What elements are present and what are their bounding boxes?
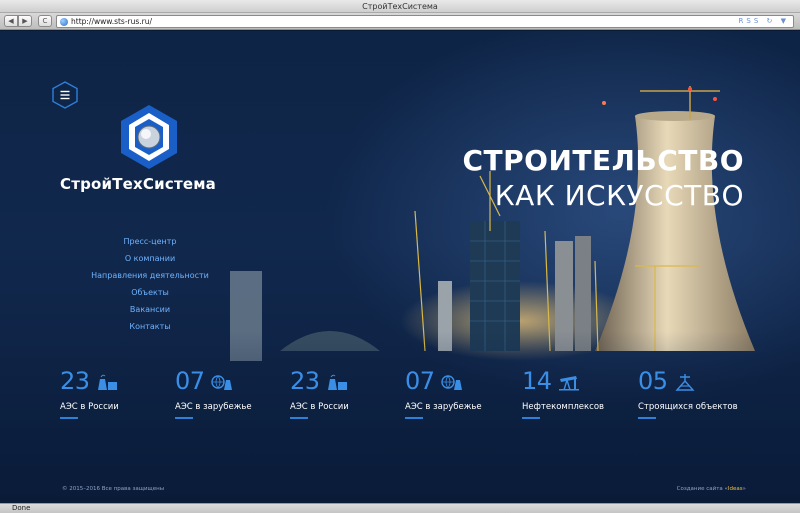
stat-underline [175, 417, 193, 419]
stat-label: АЭС в зарубежье [175, 402, 252, 412]
credit-link[interactable]: Ideas [728, 486, 743, 492]
nav-objects[interactable]: Объекты [80, 284, 220, 301]
window-title: СтройТехСистема [0, 0, 800, 13]
stat-label: АЭС в России [60, 402, 119, 412]
stat-item[interactable]: 07 АЭС в зарубежье [405, 367, 515, 427]
nav-press-center[interactable]: Пресс-центр [80, 233, 220, 250]
stat-item[interactable]: 23 АЭС в России [60, 367, 170, 427]
reload-button[interactable]: C [38, 15, 52, 27]
stat-number: 05 [638, 367, 668, 395]
address-bar[interactable]: http://www.sts-rus.ru/ RSS ↻ ▼ [56, 15, 794, 28]
stat-underline [405, 417, 423, 419]
nuclear-plant-icon [98, 374, 117, 390]
stat-underline [290, 417, 308, 419]
logo-text[interactable]: СтройТехСистема [60, 175, 260, 193]
stat-item[interactable]: 07 АЭС в зарубежье [175, 367, 285, 427]
stat-number: 23 [290, 367, 320, 395]
stat-underline [522, 417, 540, 419]
nav-about[interactable]: О компании [80, 250, 220, 267]
hamburger-icon [60, 90, 70, 100]
site-credit: Создание сайта «Ideas» [677, 486, 746, 492]
oil-pump-icon [559, 376, 579, 391]
stat-label: Нефтекомплексов [522, 402, 605, 412]
browser-toolbar: ◀ ▶ C http://www.sts-rus.ru/ RSS ↻ ▼ [0, 13, 800, 30]
construction-icon [675, 374, 695, 391]
stat-item[interactable]: 14 Нефтекомплексов [522, 367, 632, 427]
back-button[interactable]: ◀ [4, 15, 18, 27]
stat-underline [638, 417, 656, 419]
globe-plant-icon [211, 375, 232, 390]
nuclear-plant-icon [328, 374, 347, 390]
logo-emblem-icon[interactable] [118, 103, 180, 171]
nav-directions[interactable]: Направления деятельности [80, 267, 220, 284]
globe-icon [60, 18, 68, 26]
hero-title-line-2: КАК ИСКУССТВО [494, 179, 744, 212]
stat-number: 23 [60, 367, 90, 395]
stat-label: АЭС в России [290, 402, 349, 412]
stats-row: 23 АЭС в России 07 АЭС в зарубежье 23 АЭ… [60, 367, 800, 427]
copyright-text: © 2015–2016 Все права защищены [62, 486, 165, 492]
globe-plant-icon [441, 375, 462, 390]
stat-number: 07 [175, 367, 205, 395]
credit-prefix: Создание сайта « [676, 486, 728, 492]
hero-title-line-1: СТРОИТЕЛЬСТВО [462, 144, 744, 177]
page-content: СтройТехСистема Пресс-центр О компании Н… [0, 31, 800, 503]
status-bar: Done [0, 503, 800, 513]
credit-suffix: » [742, 486, 746, 492]
rss-icon[interactable]: RSS ↻ ▼ [739, 16, 789, 27]
nav-contacts[interactable]: Контакты [80, 318, 220, 335]
stat-item[interactable]: 05 Строящихся объектов [638, 367, 748, 427]
stat-label: Строящихся объектов [638, 402, 738, 412]
stat-underline [60, 417, 78, 419]
stat-number: 07 [405, 367, 435, 395]
menu-toggle-button[interactable] [52, 81, 78, 109]
main-navigation: Пресс-центр О компании Направления деяте… [80, 233, 220, 335]
url-text: http://www.sts-rus.ru/ [71, 17, 153, 26]
forward-button[interactable]: ▶ [18, 15, 32, 27]
nav-vacancies[interactable]: Вакансии [80, 301, 220, 318]
stat-number: 14 [522, 367, 552, 395]
stat-item[interactable]: 23 АЭС в России [290, 367, 400, 427]
stat-label: АЭС в зарубежье [405, 402, 482, 412]
